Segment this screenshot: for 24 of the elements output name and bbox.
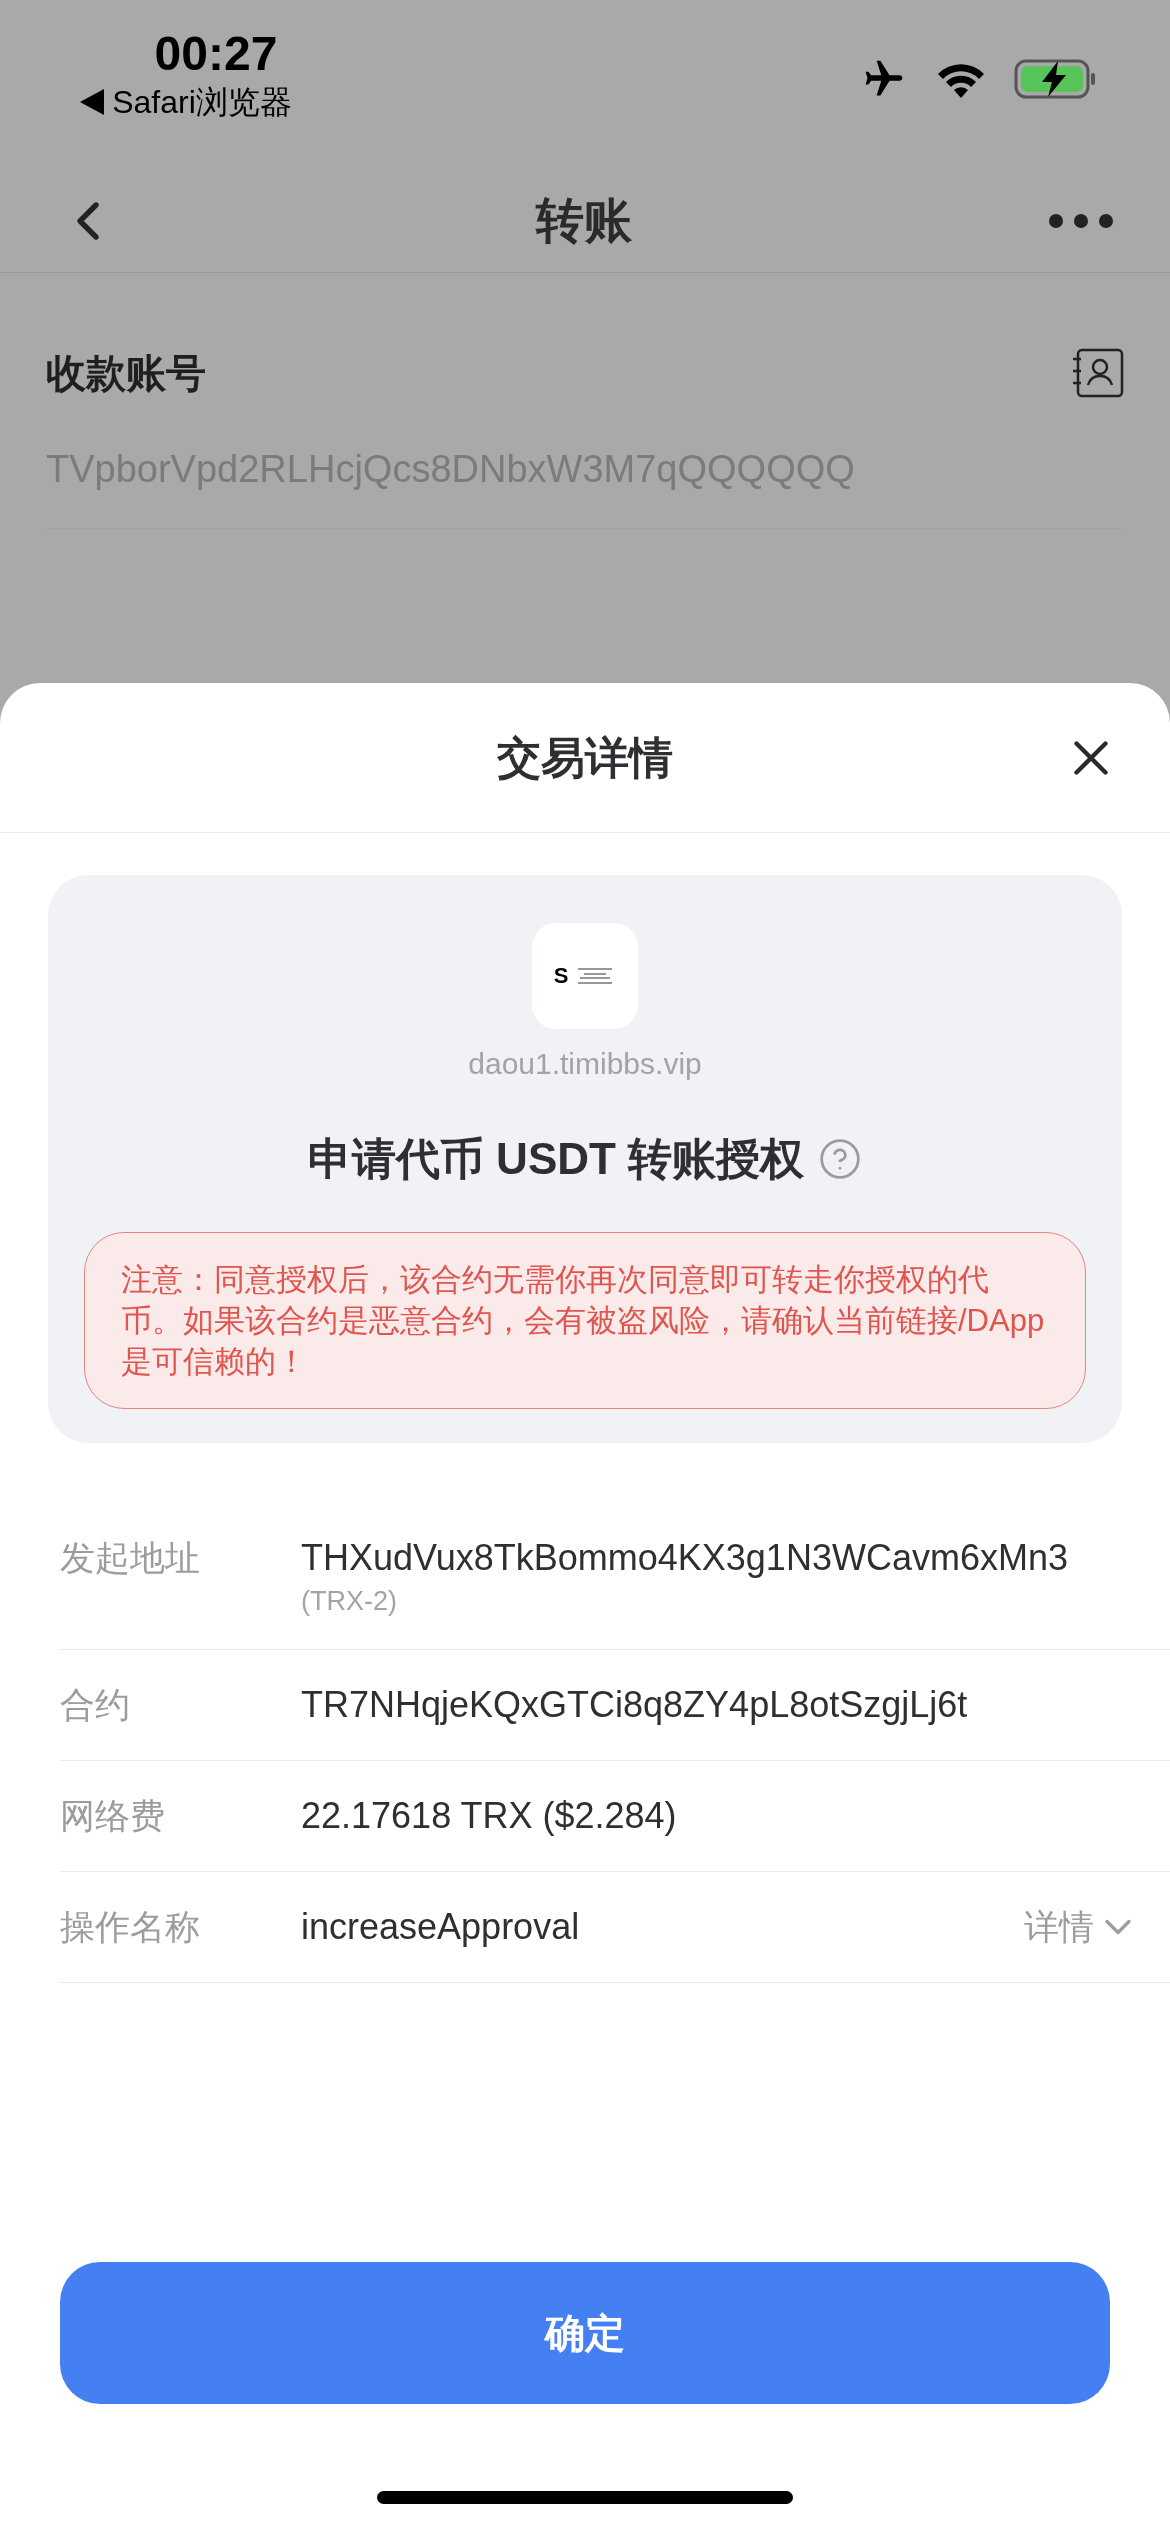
network-note: (TRX-2) bbox=[301, 1585, 398, 1618]
row-value: 22.17618 TRX ($2.284) bbox=[301, 1794, 678, 1838]
field-label: 收款账号 bbox=[46, 350, 206, 397]
request-title: 申请代币 USDT 转账授权 bbox=[307, 1133, 805, 1185]
row-value: increaseApproval bbox=[301, 1905, 581, 1949]
confirm-button[interactable]: 确定 bbox=[60, 2262, 1110, 2404]
details-toggle[interactable]: 详情 bbox=[1024, 1902, 1140, 1952]
row-label: 合约 bbox=[60, 1684, 131, 1726]
row-value: TR7NHqjeKQxGTCi8q8ZY4pL8otSzgjLj6t bbox=[301, 1683, 969, 1727]
row-label: 网络费 bbox=[60, 1795, 166, 1837]
back-to-app-link[interactable]: Safari浏览器 bbox=[80, 82, 292, 122]
row-value: THXudVux8TkBommo4KX3g1N3WCavm6xMn3 bbox=[301, 1536, 1069, 1580]
warning-text: 注意：同意授权后，该合约无需你再次同意即可转走你授权的代币。如果该合约是恶意合约，会有被盗风险，请确认当前链接/DApp是可信赖的！ bbox=[84, 1232, 1086, 1409]
contacts-icon[interactable] bbox=[1072, 347, 1124, 399]
back-triangle-icon bbox=[80, 89, 105, 115]
logo-letter: S bbox=[553, 965, 569, 987]
dapp-domain: daou1.timibbs.vip bbox=[468, 1046, 702, 1082]
row-label: 发起地址 bbox=[60, 1537, 201, 1579]
status-time: 00:27 bbox=[153, 26, 278, 82]
page-title: 转账 bbox=[536, 193, 632, 249]
more-icon[interactable] bbox=[1048, 213, 1114, 229]
sheet-title: 交易详情 bbox=[497, 731, 673, 784]
battery-charging-icon bbox=[1014, 59, 1096, 99]
row-label: 操作名称 bbox=[60, 1906, 201, 1948]
